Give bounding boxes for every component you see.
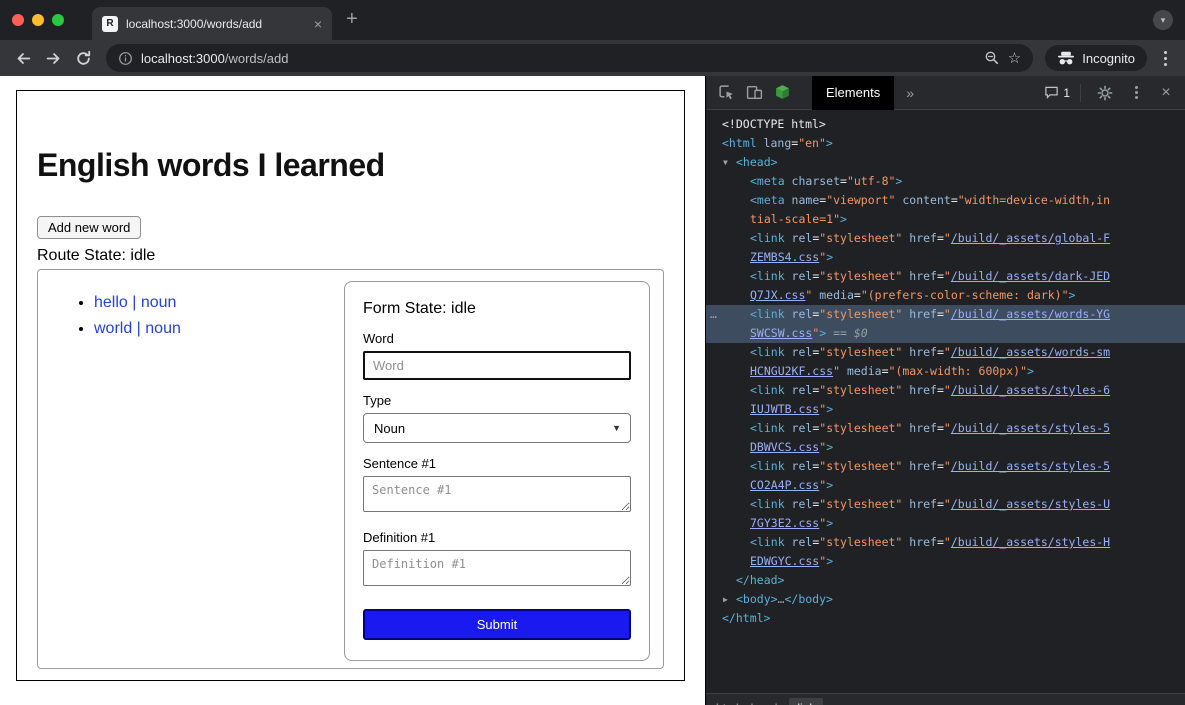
url-path: /words/add — [225, 51, 289, 66]
type-label: Type — [363, 393, 631, 408]
maximize-window-button[interactable] — [52, 14, 64, 26]
device-toolbar-icon — [746, 84, 763, 101]
breadcrumb-head[interactable]: head — [751, 701, 778, 705]
code-line[interactable]: <link rel="stylesheet" href="/build/_ass… — [706, 343, 1185, 381]
page-title: English words I learned — [37, 147, 664, 184]
chevron-down-icon: ▼ — [612, 423, 621, 433]
code-line[interactable]: <link rel="stylesheet" href="/build/_ass… — [706, 457, 1185, 495]
submit-button[interactable]: Submit — [363, 609, 631, 640]
code-line[interactable]: <!DOCTYPE html> — [706, 115, 1185, 134]
words-section: hello | noun world | noun Form State: id… — [37, 269, 664, 669]
devtools-panel: Elements » 1 — [705, 76, 1185, 705]
add-word-form: Form State: idle Word Type Noun ▼ Senten… — [344, 281, 650, 661]
url-text: localhost:3000/words/add — [141, 51, 288, 66]
tab-elements[interactable]: Elements — [812, 76, 894, 110]
add-new-word-button[interactable]: Add new word — [37, 216, 141, 239]
code-line[interactable]: <meta charset="utf-8"> — [706, 172, 1185, 191]
devtools-menu-button[interactable] — [1125, 86, 1147, 99]
breadcrumb-link[interactable]: link — [789, 698, 823, 705]
collapsed-arrow-icon[interactable]: ▶ — [723, 590, 728, 609]
message-count: 1 — [1063, 86, 1070, 100]
code-line[interactable]: <link rel="stylesheet" href="/build/_ass… — [706, 419, 1185, 457]
devtools-code[interactable]: <!DOCTYPE html><html lang="en">▼<head><m… — [706, 111, 1185, 693]
new-tab-button[interactable]: + — [346, 9, 358, 29]
code-line[interactable]: <html lang="en"> — [706, 134, 1185, 153]
console-message-indicator[interactable]: 1 — [1044, 85, 1070, 100]
browser-tab[interactable]: R localhost:3000/words/add × — [92, 7, 332, 40]
page-info-icon[interactable] — [118, 51, 133, 66]
word-link-hello[interactable]: hello | noun — [94, 294, 176, 311]
incognito-label: Incognito — [1082, 51, 1135, 66]
code-line[interactable]: <link rel="stylesheet" href="/build/_ass… — [706, 305, 1185, 343]
code-line[interactable]: <link rel="stylesheet" href="/build/_ass… — [706, 495, 1185, 533]
settings-button[interactable] — [1091, 79, 1119, 107]
window-controls — [12, 14, 64, 26]
message-bubble-icon — [1044, 85, 1059, 100]
code-line[interactable]: <link rel="stylesheet" href="/build/_ass… — [706, 381, 1185, 419]
code-line[interactable]: <link rel="stylesheet" href="/build/_ass… — [706, 229, 1185, 267]
word-list: hello | noun world | noun — [38, 294, 344, 668]
word-input[interactable] — [363, 351, 631, 380]
extension-cube-icon[interactable] — [768, 79, 796, 107]
titlebar: R localhost:3000/words/add × + ▾ — [0, 0, 1185, 40]
reload-button[interactable] — [68, 43, 98, 73]
route-state-text: Route State: idle — [37, 247, 664, 265]
tab-close-icon[interactable]: × — [314, 17, 322, 31]
form-state-text: Form State: idle — [363, 300, 631, 318]
code-line[interactable]: <meta name="viewport" content="width=dev… — [706, 191, 1185, 229]
back-arrow-icon — [15, 50, 32, 67]
code-line[interactable]: </html> — [706, 609, 1185, 628]
page-container: English words I learned Add new word Rou… — [16, 90, 685, 681]
code-line[interactable]: <link rel="stylesheet" href="/build/_ass… — [706, 533, 1185, 571]
incognito-badge: Incognito — [1045, 45, 1147, 71]
inspect-element-button[interactable] — [712, 79, 740, 107]
forward-button[interactable] — [38, 43, 68, 73]
url-host: localhost:3000 — [141, 51, 225, 66]
minimize-window-button[interactable] — [32, 14, 44, 26]
list-item: hello | noun — [94, 294, 344, 312]
url-bar[interactable]: localhost:3000/words/add ☆ — [106, 44, 1033, 72]
code-line[interactable]: <link rel="stylesheet" href="/build/_ass… — [706, 267, 1185, 305]
zoom-icon[interactable] — [984, 50, 1000, 66]
word-label: Word — [363, 331, 631, 346]
bookmark-star-icon[interactable]: ☆ — [1008, 51, 1021, 66]
sentence-label: Sentence #1 — [363, 456, 631, 471]
tab-title: localhost:3000/words/add — [126, 17, 306, 31]
inspect-cursor-icon — [718, 84, 735, 101]
forward-arrow-icon — [45, 50, 62, 67]
favicon-icon: R — [102, 16, 118, 32]
reload-icon — [75, 50, 92, 67]
gear-icon — [1097, 85, 1113, 101]
address-bar: localhost:3000/words/add ☆ Incognito — [0, 40, 1185, 76]
definition-label: Definition #1 — [363, 530, 631, 545]
devtools-close-button[interactable]: × — [1153, 84, 1179, 102]
back-button[interactable] — [8, 43, 38, 73]
code-line[interactable]: ▶<body>…</body> — [706, 590, 1185, 609]
more-panels-icon[interactable]: » — [906, 85, 914, 101]
code-line[interactable]: ▼<head> — [706, 153, 1185, 172]
type-select[interactable]: Noun ▼ — [363, 413, 631, 443]
definition-textarea[interactable] — [363, 550, 631, 586]
word-link-world[interactable]: world | noun — [94, 320, 181, 337]
expanded-arrow-icon[interactable]: ▼ — [723, 153, 728, 172]
type-select-value: Noun — [374, 421, 405, 436]
breadcrumb-html[interactable]: html — [716, 701, 739, 705]
web-page: English words I learned Add new word Rou… — [0, 76, 705, 705]
incognito-icon — [1057, 51, 1075, 66]
green-cube-icon — [774, 84, 791, 101]
devtools-toolbar: Elements » 1 — [706, 76, 1185, 110]
device-toolbar-button[interactable] — [740, 79, 768, 107]
tab-search-button[interactable]: ▾ — [1153, 10, 1173, 30]
devtools-breadcrumbs: html head link — [706, 693, 1185, 705]
close-window-button[interactable] — [12, 14, 24, 26]
list-item: world | noun — [94, 320, 344, 338]
sentence-textarea[interactable] — [363, 476, 631, 512]
code-line[interactable]: </head> — [706, 571, 1185, 590]
browser-menu-button[interactable] — [1153, 51, 1177, 66]
